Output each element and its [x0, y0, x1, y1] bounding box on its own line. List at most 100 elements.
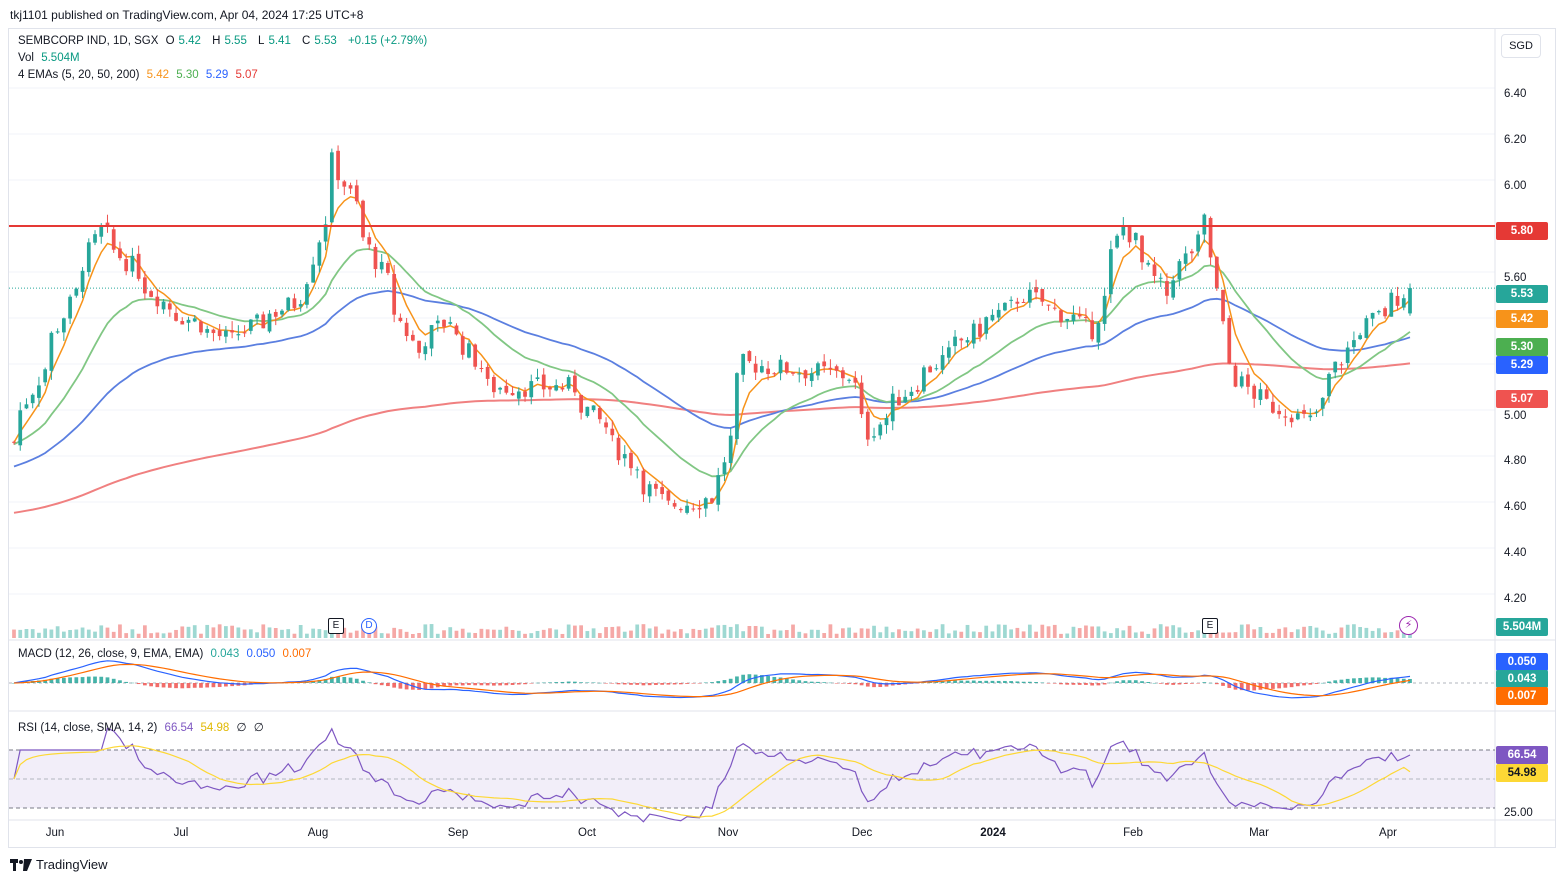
candle-body [1084, 316, 1088, 318]
volume-bar [1271, 632, 1275, 638]
candle-body [1264, 389, 1269, 399]
macd-hist-bar [1214, 683, 1219, 685]
volume-bar [448, 627, 453, 638]
volume-bar [1277, 628, 1281, 638]
macd-hist-tag: 0.043 [1496, 670, 1548, 688]
volume-bar [1021, 631, 1026, 638]
volume-bar [1065, 633, 1070, 638]
time-axis-label: Nov [717, 827, 739, 839]
time-axis-label: Feb [1123, 827, 1143, 839]
candle-body [43, 369, 48, 383]
volume-bar [24, 629, 29, 638]
candle-body [1190, 251, 1194, 254]
volume-bar [772, 629, 777, 638]
volume-bar [386, 633, 390, 638]
volume-bar [604, 627, 608, 638]
price-axis-tick: 4.40 [1504, 547, 1527, 559]
candle-body [1345, 347, 1350, 363]
volume-bar [510, 630, 515, 638]
price-axis-tick: 4.20 [1504, 593, 1527, 605]
candle-body [479, 367, 484, 369]
ema200-value: 5.07 [235, 69, 258, 81]
candle-body [1395, 295, 1400, 306]
volume-bar [685, 633, 689, 638]
macd-hist-bar [523, 683, 527, 685]
volume-bar [672, 631, 677, 638]
volume-bar [722, 624, 727, 638]
candle-body [959, 338, 964, 341]
volume-bar [460, 628, 465, 638]
volume-bar [1077, 628, 1082, 638]
candle-body [1283, 416, 1288, 418]
volume-bar [1339, 627, 1344, 638]
candle-body [1059, 310, 1063, 323]
candle-body [467, 343, 471, 358]
volume-bar [68, 629, 72, 638]
price-axis-tick: 6.00 [1504, 180, 1527, 192]
volume-bar [130, 629, 135, 638]
tradingview-logo[interactable]: TradingView [10, 857, 108, 872]
volume-bar [1152, 628, 1157, 638]
candle-body [897, 397, 901, 406]
ema5-line [13, 195, 1411, 507]
candle-body [865, 411, 870, 440]
macd-hist-bar [554, 682, 559, 683]
macd-hist-bar [728, 678, 733, 683]
rsi-ma-value: 54.98 [200, 722, 230, 734]
macd-hist-bar [1308, 683, 1313, 685]
candle-body [909, 391, 914, 396]
dividend-marker[interactable]: D [361, 618, 377, 634]
macd-hist-bar [660, 683, 665, 685]
candle-body [641, 470, 646, 495]
macd-signal-line [13, 663, 1411, 698]
chart-canvas[interactable] [0, 0, 1565, 883]
volume-bar [49, 629, 54, 638]
volume-bar [442, 630, 446, 638]
candle-body [1177, 261, 1182, 280]
earnings-marker[interactable]: E [328, 618, 344, 634]
macd-hist-bar [1158, 683, 1163, 684]
candle-body [716, 475, 721, 505]
candle-body [1358, 335, 1363, 340]
volume-bar [1133, 632, 1138, 638]
volume-bar [379, 633, 384, 638]
candle-body [230, 330, 234, 333]
candle-body [1333, 361, 1338, 373]
volume-bar [523, 633, 527, 638]
macd-hist-bar [541, 682, 546, 684]
macd-hist-bar [672, 683, 677, 685]
time-axis-label: Apr [1379, 827, 1397, 839]
macd-hist-bar [99, 676, 104, 683]
candle-body [143, 277, 147, 294]
candle-body [1320, 397, 1325, 409]
volume-bar [205, 624, 210, 638]
macd-hist-bar [211, 683, 216, 688]
volume-bar [404, 631, 409, 638]
macd-hist-bar [1065, 683, 1070, 685]
price-axis-tick: 5.00 [1504, 410, 1527, 422]
macd-hist-bar [685, 683, 689, 684]
candle-body [766, 368, 770, 375]
macd-hist-bar [573, 681, 577, 683]
candle-body [1003, 302, 1007, 311]
macd-hist-bar [217, 683, 222, 687]
macd-hist-bar [1339, 679, 1344, 683]
macd-legend: MACD (12, 26, close, 9, EMA, EMA) 0.043 … [18, 648, 312, 660]
currency-button[interactable]: SGD [1501, 34, 1541, 58]
volume-bar [43, 628, 48, 638]
volume-bar [1295, 629, 1300, 638]
candle-body [224, 330, 228, 337]
candle-body [816, 363, 820, 376]
flash-icon[interactable]: ⚡ [1399, 616, 1418, 635]
candle-body [1202, 214, 1207, 235]
time-axis-label: Dec [851, 827, 873, 839]
volume-bar [791, 624, 795, 638]
earnings-marker[interactable]: E [1202, 618, 1218, 634]
volume-bar [261, 624, 266, 638]
volume-bar [136, 633, 141, 638]
candle-body [1146, 262, 1151, 265]
candle-body [1152, 264, 1157, 276]
candle-body [1077, 314, 1082, 317]
volume-bar [1040, 624, 1045, 638]
macd-hist-bar [1177, 683, 1182, 685]
